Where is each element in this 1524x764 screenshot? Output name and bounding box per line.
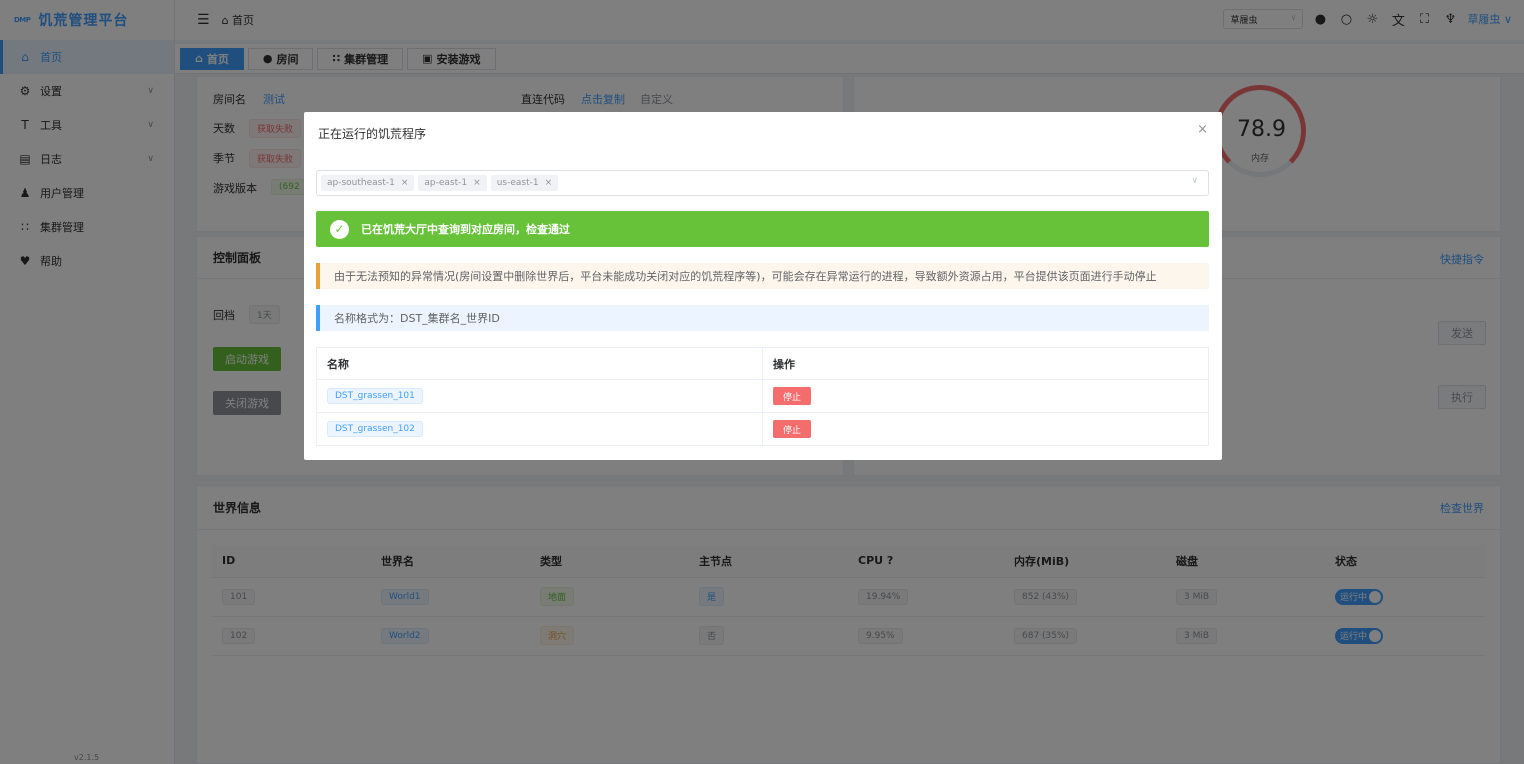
region-chip-label: ap-southeast-1	[327, 178, 395, 188]
close-icon[interactable]: ×	[1197, 122, 1208, 137]
process-name-tag: DST_grassen_102	[327, 421, 423, 437]
warning-alert: 由于无法预知的异常情况(房间设置中删除世界后，平台未能成功关闭对应的饥荒程序等)…	[316, 263, 1209, 289]
running-programs-dialog: 正在运行的饥荒程序 × ap-southeast-1 × ap-east-1 ×…	[304, 112, 1222, 460]
dialog-title: 正在运行的饥荒程序	[318, 127, 427, 141]
success-alert: ✓ 已在饥荒大厅中查询到对应房间，检查通过	[316, 211, 1209, 247]
table-header-row: 名称 操作	[316, 347, 1209, 380]
stop-button[interactable]: 停止	[773, 420, 811, 438]
column-header: 操作	[762, 347, 1209, 380]
region-chip-label: ap-east-1	[424, 178, 468, 188]
region-multiselect[interactable]: ap-southeast-1 × ap-east-1 × us-east-1 ×…	[316, 170, 1209, 196]
close-icon[interactable]: ×	[401, 178, 409, 188]
stop-button[interactable]: 停止	[773, 387, 811, 405]
process-table: 名称 操作 DST_grassen_101 停止 DST_grassen_102…	[316, 347, 1209, 446]
process-name-tag: DST_grassen_101	[327, 388, 423, 404]
column-header: 名称	[316, 347, 763, 380]
warning-alert-text: 由于无法预知的异常情况(房间设置中删除世界后，平台未能成功关闭对应的饥荒程序等)…	[334, 270, 1157, 283]
chevron-down-icon: ∨	[1191, 176, 1198, 186]
info-alert-text: 名称格式为：DST_集群名_世界ID	[334, 312, 500, 325]
close-icon[interactable]: ×	[473, 178, 481, 188]
close-icon[interactable]: ×	[545, 178, 553, 188]
success-alert-text: 已在饥荒大厅中查询到对应房间，检查通过	[361, 223, 570, 236]
region-chip-label: us-east-1	[496, 178, 539, 188]
check-circle-icon: ✓	[330, 219, 349, 239]
info-alert: 名称格式为：DST_集群名_世界ID	[316, 305, 1209, 331]
region-chip: us-east-1 ×	[490, 175, 559, 191]
table-row: DST_grassen_102 停止	[316, 412, 1209, 446]
region-chip: ap-southeast-1 ×	[321, 175, 415, 191]
table-row: DST_grassen_101 停止	[316, 379, 1209, 413]
region-chip: ap-east-1 ×	[418, 175, 487, 191]
